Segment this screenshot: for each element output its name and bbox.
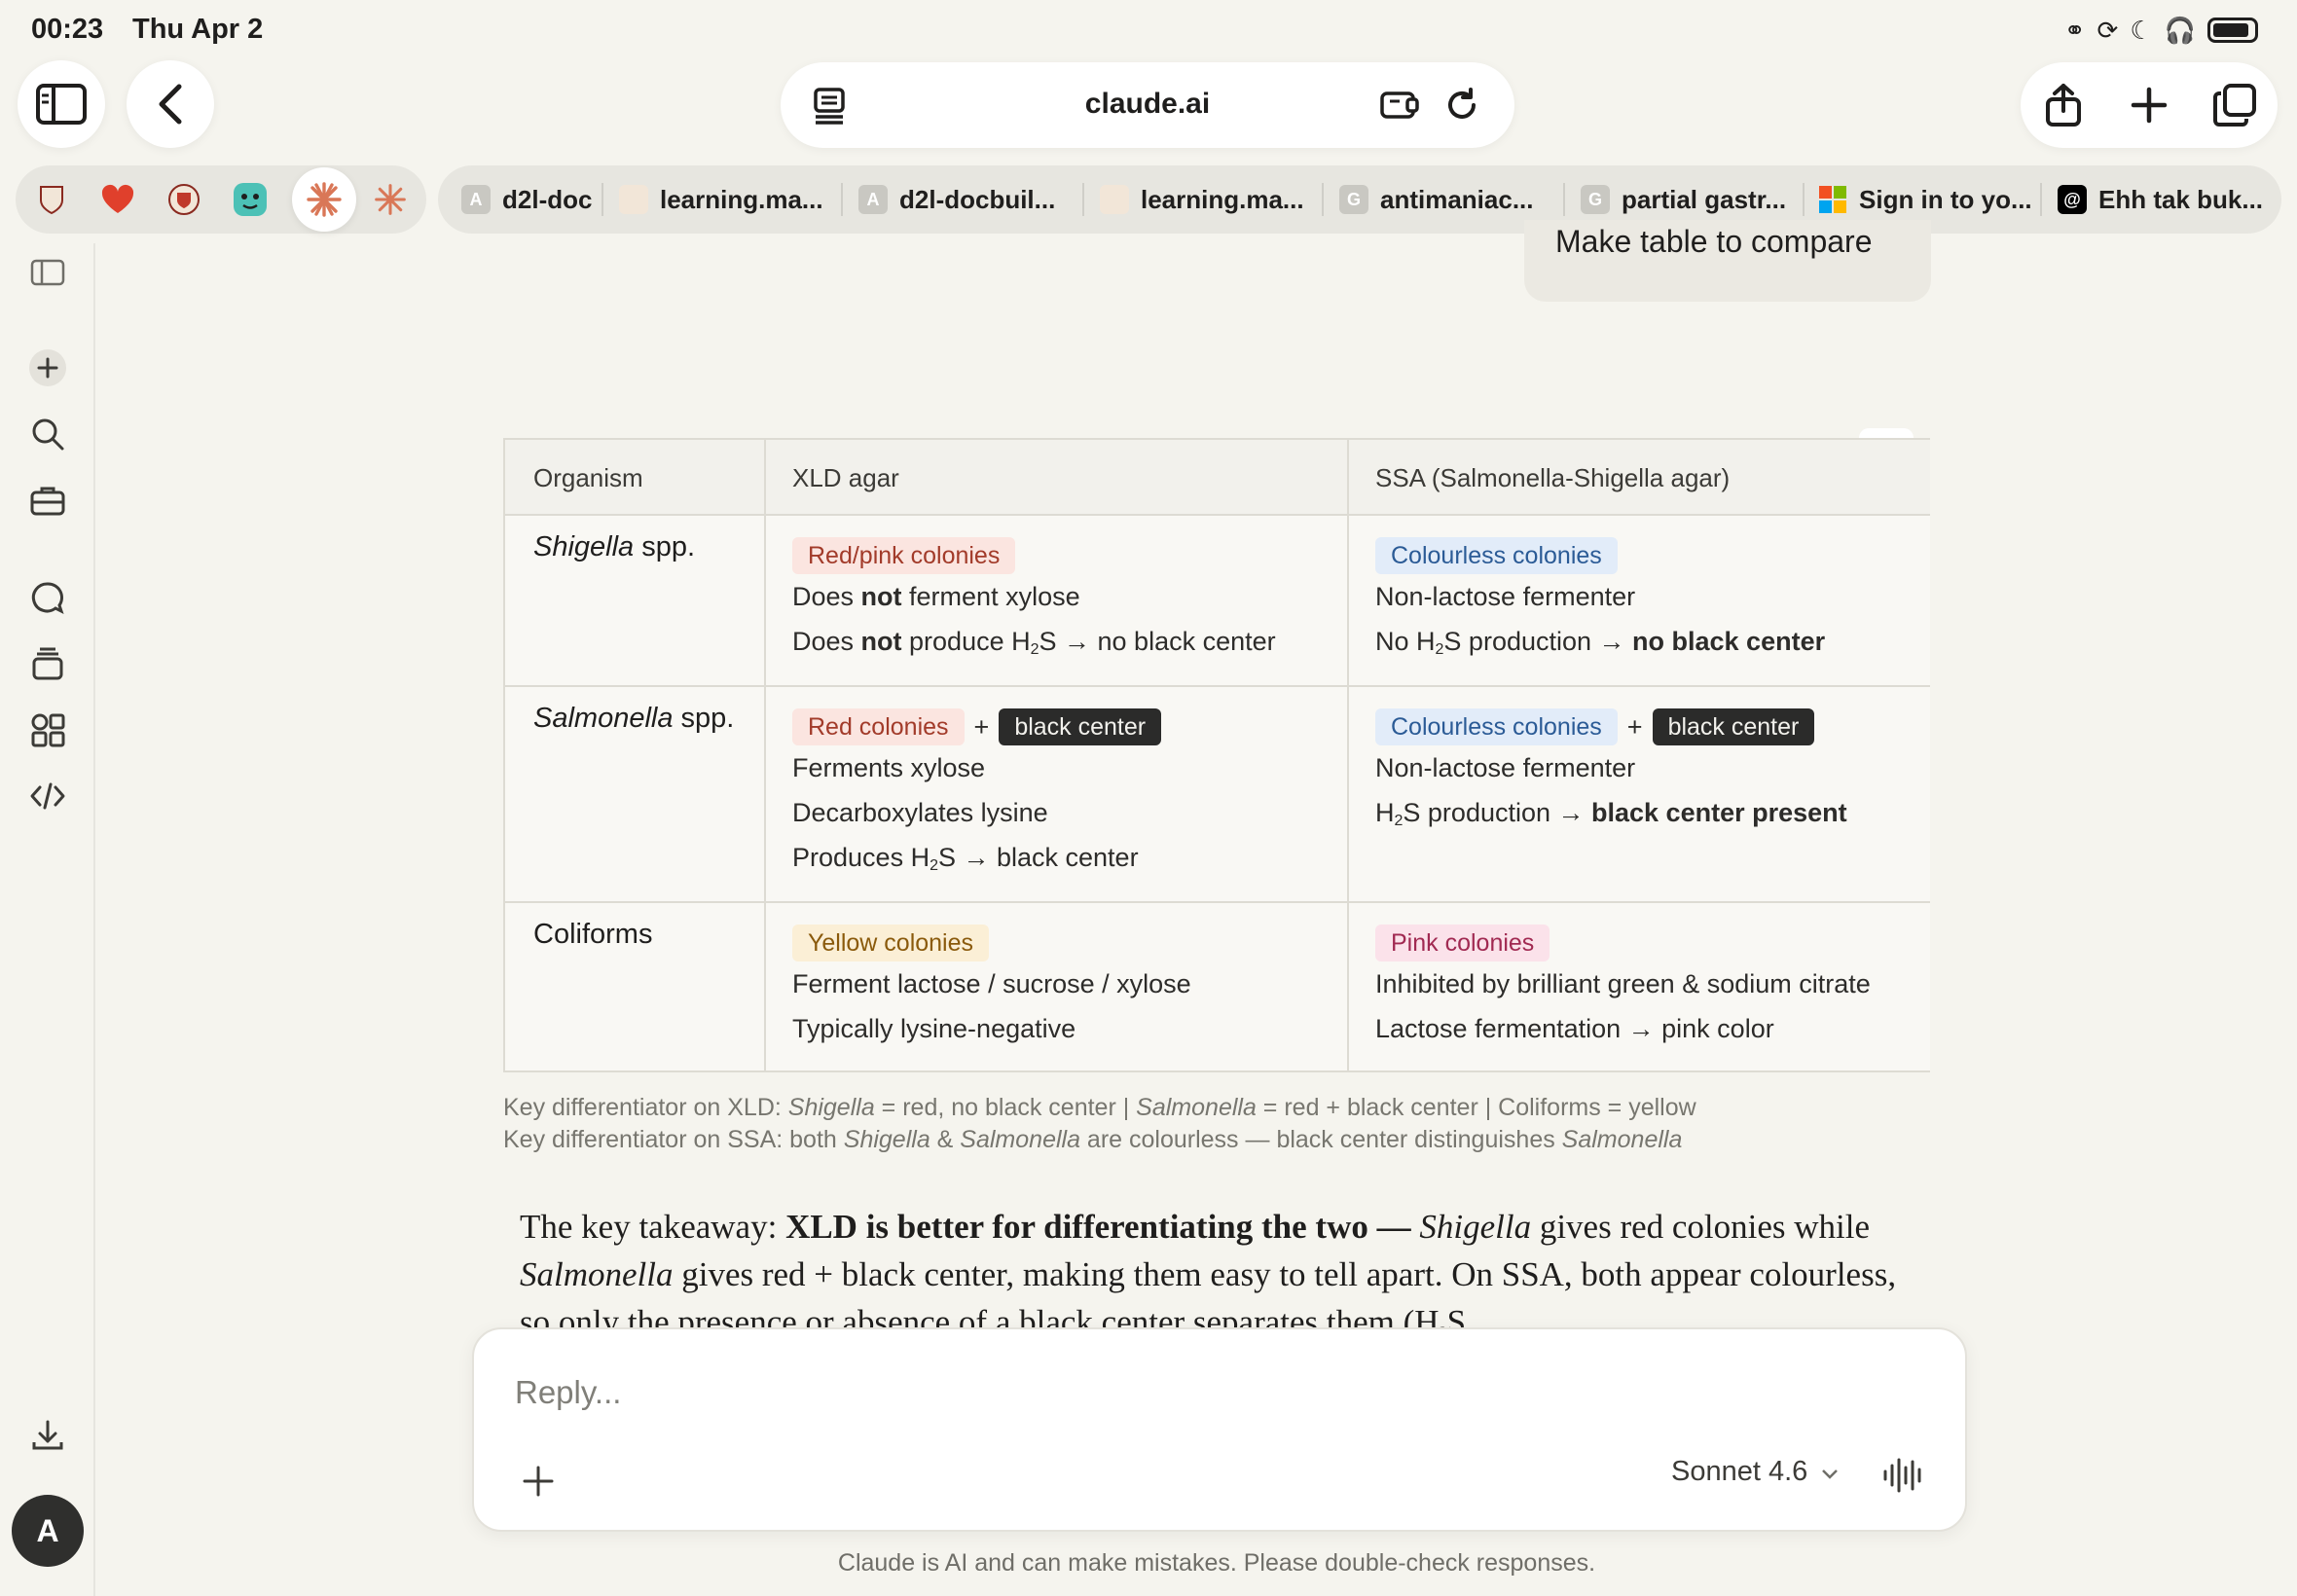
letter-g-icon: G bbox=[1581, 185, 1610, 214]
battery-icon bbox=[2207, 18, 2258, 43]
face-icon[interactable] bbox=[228, 177, 273, 222]
cell-salmonella-ssa: Colourless colonies + black center Non-lac… bbox=[1375, 705, 1847, 835]
reply-input[interactable]: Reply... bbox=[515, 1374, 621, 1411]
sidebar-toggle-button[interactable] bbox=[18, 60, 105, 148]
black-center-tag: black center bbox=[1652, 707, 1815, 745]
new-tab-icon[interactable] bbox=[2126, 82, 2172, 128]
extension-icon[interactable] bbox=[1378, 84, 1421, 127]
search-icon[interactable] bbox=[28, 415, 67, 453]
organism-coliforms: Coliforms bbox=[533, 919, 653, 950]
claude-starburst-icon[interactable] bbox=[292, 167, 356, 232]
threads-icon: @ bbox=[2058, 185, 2087, 214]
black-center-tag: black center bbox=[999, 707, 1162, 745]
comparison-table: Organism XLD agar SSA (Salmonella-Shigel… bbox=[503, 438, 1930, 1072]
link-icon: ⚭ bbox=[2063, 16, 2086, 45]
school-crest-icon bbox=[1100, 185, 1129, 214]
cell-coliforms-ssa: Pink colonies Inhibited by brilliant gre… bbox=[1375, 921, 1871, 1051]
school-crest-icon[interactable] bbox=[29, 177, 74, 222]
lock-rotation-icon: ⟳ bbox=[2096, 16, 2119, 45]
disclaimer: Claude is AI and can make mistakes. Plea… bbox=[837, 1549, 1596, 1577]
letter-g-icon: G bbox=[1339, 185, 1368, 214]
status-date: Thu Apr 2 bbox=[132, 14, 264, 45]
headphones-icon: 🎧 bbox=[2164, 16, 2196, 45]
chevron-left-icon bbox=[159, 84, 182, 125]
cell-coliforms-xld: Yellow colonies Ferment lactose / sucros… bbox=[792, 921, 1191, 1051]
model-selector[interactable]: Sonnet 4.6 bbox=[1671, 1456, 1839, 1488]
back-button[interactable] bbox=[127, 60, 214, 148]
tab-item[interactable]: Ad2l-docbuil... bbox=[858, 165, 1075, 234]
tab-item[interactable]: learning.ma... bbox=[1100, 165, 1312, 234]
colony-tag: Colourless colonies bbox=[1375, 707, 1618, 745]
moon-icon: ☾ bbox=[2130, 16, 2153, 45]
cell-shigella-ssa: Colourless colonies Non-lactose fermente… bbox=[1375, 533, 1825, 664]
cell-salmonella-xld: Red colonies + black center Ferments xylos… bbox=[792, 705, 1162, 880]
cell-shigella-xld: Red/pink colonies Does not ferment xylos… bbox=[792, 533, 1276, 664]
new-chat-icon[interactable] bbox=[28, 348, 67, 387]
download-icon[interactable] bbox=[28, 1417, 67, 1456]
chats-icon[interactable] bbox=[28, 578, 67, 617]
organism-salmonella: Salmonella spp. bbox=[533, 703, 735, 734]
header-organism: Organism bbox=[533, 463, 643, 492]
school-crest-icon bbox=[619, 185, 648, 214]
tabs-overview-icon[interactable] bbox=[2211, 82, 2258, 128]
tab-item[interactable]: @ Ehh tak buk... bbox=[2058, 165, 2274, 234]
app-sidebar: A bbox=[0, 243, 95, 1596]
sidebar-icon bbox=[36, 84, 87, 125]
assistant-takeaway: The key takeaway: XLD is better for diff… bbox=[520, 1208, 1897, 1329]
status-icons: ⚭ ⟳ ☾ 🎧 bbox=[2064, 16, 2258, 45]
projects-icon[interactable] bbox=[28, 644, 67, 683]
letter-a-icon: A bbox=[858, 185, 888, 214]
voice-mode-icon[interactable] bbox=[1881, 1456, 1926, 1495]
chevron-down-icon bbox=[1822, 1469, 1839, 1479]
school-crest-icon[interactable] bbox=[162, 177, 206, 222]
colony-tag: Colourless colonies bbox=[1375, 536, 1618, 574]
browser-actions bbox=[2021, 62, 2278, 148]
colony-tag: Pink colonies bbox=[1375, 924, 1550, 961]
toolbox-icon[interactable] bbox=[28, 481, 67, 520]
organism-shigella: Shigella spp. bbox=[533, 531, 696, 562]
table-notes: Key differentiator on XLD: Shigella = re… bbox=[503, 1094, 1696, 1153]
colony-tag: Red colonies bbox=[792, 707, 965, 745]
tab-item[interactable]: learning.ma... bbox=[619, 165, 831, 234]
header-ssa: SSA (Salmonella-Shigella agar) bbox=[1375, 463, 1731, 492]
address-bar[interactable]: claude.ai bbox=[781, 62, 1514, 148]
code-icon[interactable] bbox=[28, 777, 67, 816]
letter-a-icon: A bbox=[461, 185, 491, 214]
heart-icon[interactable] bbox=[95, 177, 140, 222]
sidebar-collapse-icon[interactable] bbox=[28, 253, 67, 292]
share-icon[interactable] bbox=[2040, 82, 2087, 128]
status-bar: 00:23 Thu Apr 2 ⚭ ⟳ ☾ 🎧 bbox=[0, 0, 2297, 60]
status-time: 00:23 bbox=[31, 14, 104, 45]
header-xld: XLD agar bbox=[792, 463, 899, 492]
reply-composer[interactable]: Reply... Sonnet 4.6 bbox=[472, 1327, 1967, 1532]
microsoft-logo-icon bbox=[1819, 186, 1846, 213]
colony-tag: Red/pink colonies bbox=[792, 536, 1016, 574]
reload-icon[interactable] bbox=[1440, 84, 1483, 127]
claude-starburst-icon[interactable] bbox=[368, 177, 413, 222]
colony-tag: Yellow colonies bbox=[792, 924, 990, 961]
pinned-tabs bbox=[16, 165, 426, 234]
tab-strip: Ad2l-docl learning.ma... Ad2l-docbuil...… bbox=[438, 165, 2281, 234]
add-attachment-icon[interactable] bbox=[519, 1462, 558, 1501]
user-message: Make table to compare bbox=[1524, 220, 1931, 302]
artifacts-icon[interactable] bbox=[28, 710, 67, 749]
tab-item[interactable]: Ad2l-docl bbox=[461, 165, 594, 234]
